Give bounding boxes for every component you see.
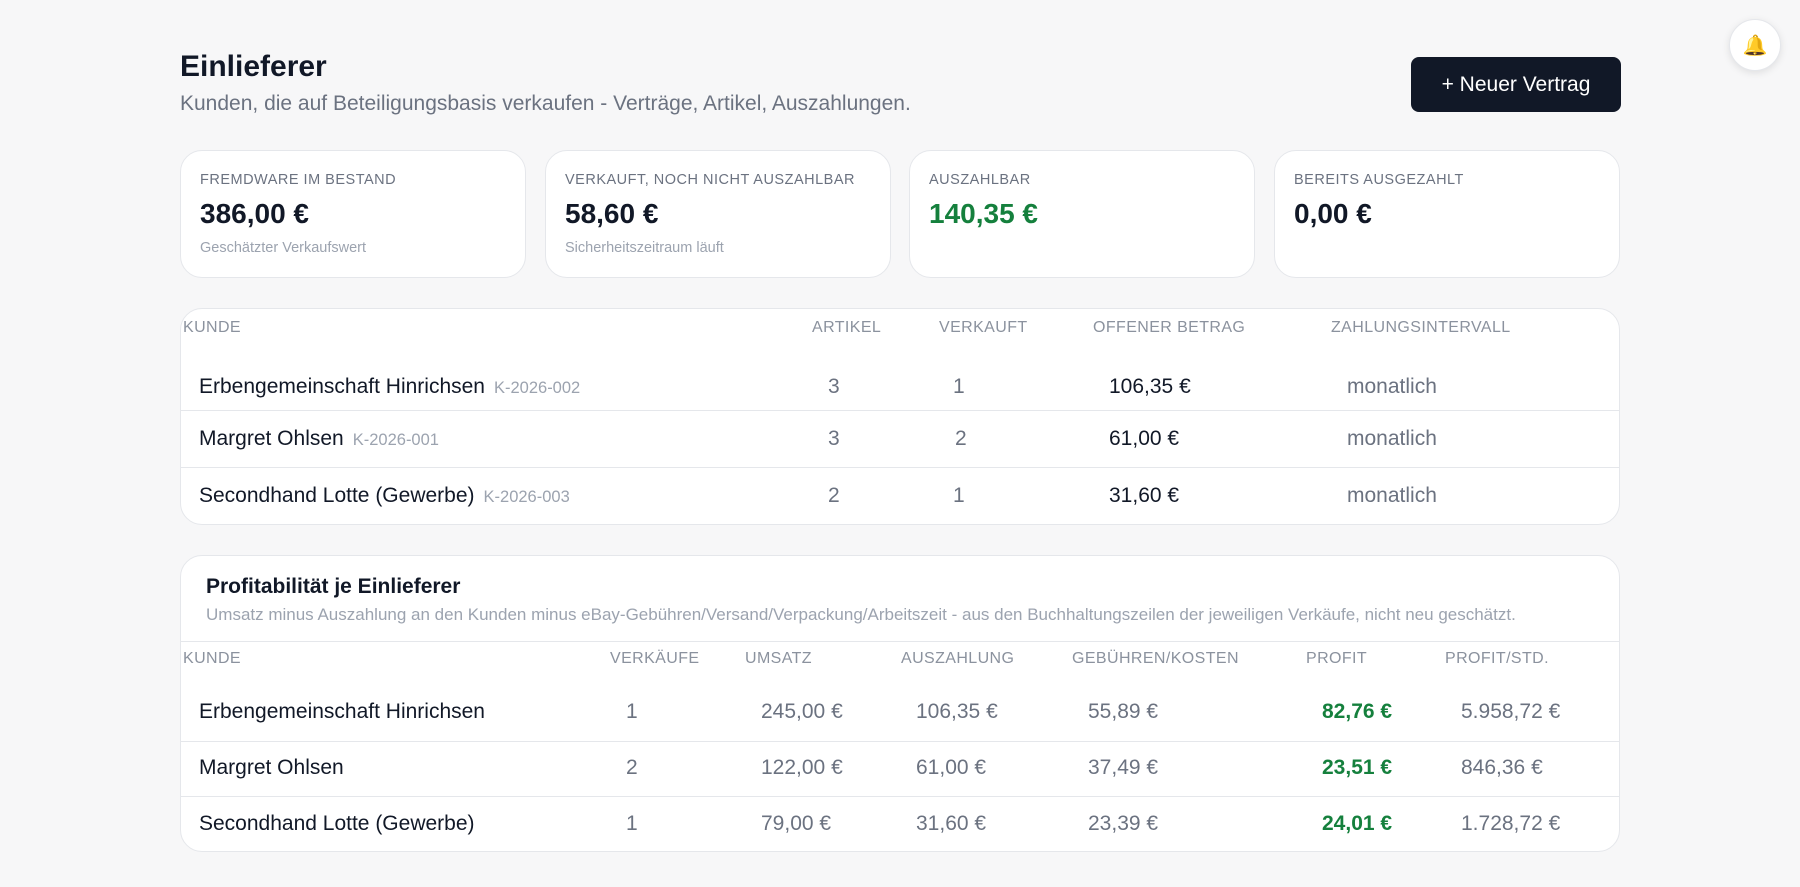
artikel-count: 2 xyxy=(828,484,840,507)
profit-value: 24,01 € xyxy=(1322,812,1393,835)
table-row[interactable]: Margret Ohlsen 2 122,00 € 61,00 € 37,49 … xyxy=(181,741,1619,796)
sales-count: 2 xyxy=(626,756,638,779)
notification-bell-button[interactable]: 🔔 xyxy=(1729,19,1781,71)
stat-note: Sicherheitszeitraum läuft xyxy=(565,240,724,256)
revenue: 245,00 € xyxy=(761,700,843,723)
customer-name: Margret Ohlsen xyxy=(199,756,344,779)
table-row[interactable]: Erbengemeinschaft Hinrichsen 1 245,00 € … xyxy=(181,686,1619,741)
stat-value: 386,00 € xyxy=(200,198,309,229)
verkauft-count: 1 xyxy=(953,375,965,398)
profit-value: 23,51 € xyxy=(1322,756,1393,779)
column-header-zahlungsintervall[interactable]: ZAHLUNGSINTERVALL xyxy=(1331,319,1511,337)
customer-name: Erbengemeinschaft Hinrichsen xyxy=(199,700,485,723)
revenue: 122,00 € xyxy=(761,756,843,779)
column-header-verkaeufe[interactable]: VERKÄUFE xyxy=(610,650,699,668)
verkauft-count: 2 xyxy=(955,427,967,450)
table-row[interactable]: Secondhand Lotte (Gewerbe) 1 79,00 € 31,… xyxy=(181,796,1619,851)
profitability-title: Profitabilität je Einlieferer xyxy=(206,575,461,598)
artikel-count: 3 xyxy=(828,427,840,450)
fees: 55,89 € xyxy=(1088,700,1159,723)
fees: 23,39 € xyxy=(1088,812,1159,835)
column-header-profit[interactable]: PROFIT xyxy=(1306,650,1367,668)
profit-per-hour: 5.958,72 € xyxy=(1461,700,1561,723)
profit-per-hour: 1.728,72 € xyxy=(1461,812,1561,835)
page-title: Einlieferer xyxy=(180,50,327,83)
profit-per-hour: 846,36 € xyxy=(1461,756,1543,779)
column-header-auszahlung[interactable]: AUSZAHLUNG xyxy=(901,650,1014,668)
stat-value: 140,35 € xyxy=(929,198,1038,229)
customer-code: K-2026-003 xyxy=(483,488,570,506)
stat-value: 58,60 € xyxy=(565,198,659,229)
open-amount: 106,35 € xyxy=(1109,375,1191,398)
customer-code: K-2026-001 xyxy=(352,431,439,449)
stat-cards: FREMDWARE IM BESTAND 386,00 € Geschätzte… xyxy=(180,150,1620,278)
column-header-umsatz[interactable]: UMSATZ xyxy=(745,650,812,668)
open-amount: 61,00 € xyxy=(1109,427,1180,450)
customer-name: Secondhand Lotte (Gewerbe) xyxy=(199,812,475,835)
table-row[interactable]: Secondhand Lotte (Gewerbe) K-2026-003 2 1… xyxy=(181,467,1619,524)
fees: 37,49 € xyxy=(1088,756,1159,779)
stat-label: VERKAUFT, NOCH NICHT AUSZAHLBAR xyxy=(565,172,855,188)
column-header-profit-std[interactable]: PROFIT/STD. xyxy=(1445,650,1549,668)
new-contract-button[interactable]: + Neuer Vertrag xyxy=(1411,57,1621,112)
sales-count: 1 xyxy=(626,812,638,835)
payout: 31,60 € xyxy=(916,812,987,835)
stat-label: FREMDWARE IM BESTAND xyxy=(200,172,397,188)
column-header-artikel[interactable]: ARTIKEL xyxy=(812,319,881,337)
payout: 106,35 € xyxy=(916,700,998,723)
stat-card-stock: FREMDWARE IM BESTAND 386,00 € Geschätzte… xyxy=(180,150,526,278)
payment-interval: monatlich xyxy=(1347,484,1437,507)
stat-value: 0,00 € xyxy=(1294,198,1372,229)
page-subtitle: Kunden, die auf Beteiligungsbasis verkau… xyxy=(180,92,911,115)
payout: 61,00 € xyxy=(916,756,987,779)
divider xyxy=(181,641,1619,642)
stat-card-paid-out: BEREITS AUSGEZAHLT 0,00 € xyxy=(1274,150,1620,278)
column-header-offener-betrag[interactable]: OFFENER BETRAG xyxy=(1093,319,1245,337)
artikel-count: 3 xyxy=(828,375,840,398)
sales-count: 1 xyxy=(626,700,638,723)
table-row[interactable]: Margret Ohlsen K-2026-001 3 2 61,00 € mon… xyxy=(181,410,1619,467)
customers-table: KUNDE ARTIKEL VERKAUFT OFFENER BETRAG ZA… xyxy=(180,308,1620,525)
column-header-kunde[interactable]: KUNDE xyxy=(183,650,241,668)
payment-interval: monatlich xyxy=(1347,427,1437,450)
stat-card-sold-pending: VERKAUFT, NOCH NICHT AUSZAHLBAR 58,60 € … xyxy=(545,150,891,278)
open-amount: 31,60 € xyxy=(1109,484,1180,507)
payment-interval: monatlich xyxy=(1347,375,1437,398)
customer-name: Secondhand Lotte (Gewerbe) xyxy=(199,484,475,507)
customer-name: Margret Ohlsen xyxy=(199,427,344,450)
profit-value: 82,76 € xyxy=(1322,700,1393,723)
column-header-verkauft[interactable]: VERKAUFT xyxy=(939,319,1028,337)
customer-name: Erbengemeinschaft Hinrichsen xyxy=(199,375,485,398)
column-header-gebuehren[interactable]: GEBÜHREN/KOSTEN xyxy=(1072,650,1239,668)
stat-label: BEREITS AUSGEZAHLT xyxy=(1294,172,1464,188)
column-header-kunde[interactable]: KUNDE xyxy=(183,319,241,337)
revenue: 79,00 € xyxy=(761,812,832,835)
stat-note: Geschätzter Verkaufswert xyxy=(200,240,367,256)
stat-label: AUSZAHLBAR xyxy=(929,172,1031,188)
stat-card-payable: AUSZAHLBAR 140,35 € xyxy=(909,150,1255,278)
verkauft-count: 1 xyxy=(953,484,965,507)
table-row[interactable]: Erbengemeinschaft Hinrichsen K-2026-002 3… xyxy=(181,356,1619,413)
customer-code: K-2026-002 xyxy=(493,379,581,397)
bell-icon: 🔔 xyxy=(1742,34,1768,57)
profitability-panel: Profitabilität je Einlieferer Umsatz min… xyxy=(180,555,1620,852)
profitability-subtitle: Umsatz minus Auszahlung an den Kunden mi… xyxy=(206,605,1516,624)
